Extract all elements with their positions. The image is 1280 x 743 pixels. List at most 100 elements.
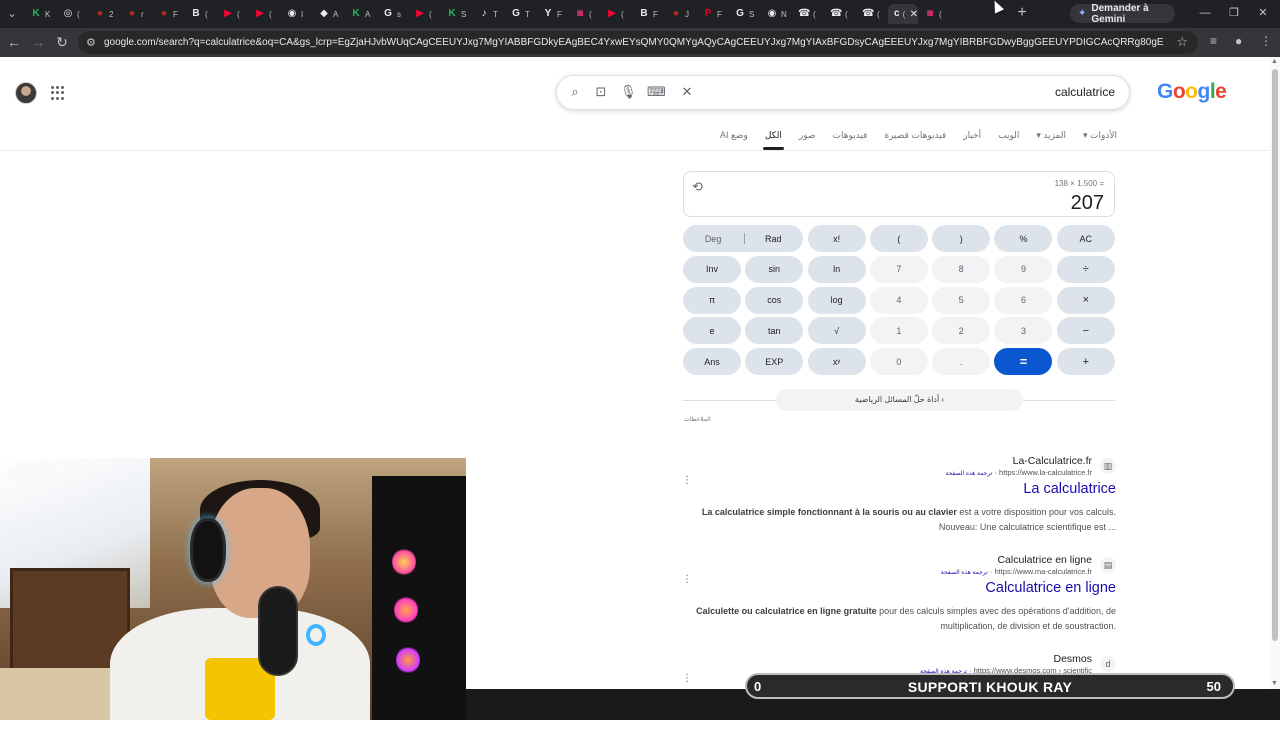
more-options-icon[interactable]: ⋮ (682, 673, 692, 684)
browser-tab[interactable]: B( (184, 4, 216, 24)
search-tab[interactable]: أخبار (963, 130, 981, 141)
calc-key[interactable]: 5 (932, 286, 991, 314)
history-icon[interactable]: ⟲ (692, 179, 703, 195)
result-title-link[interactable]: La calculatrice (1023, 481, 1116, 497)
calc-key[interactable]: cos (745, 286, 804, 314)
search-tab[interactable]: وضع AI (720, 130, 748, 141)
browser-tab[interactable]: ▶( (408, 4, 440, 24)
calc-key[interactable]: = (994, 348, 1053, 376)
close-window-icon[interactable]: ✕ (1256, 6, 1270, 20)
browser-tab[interactable]: ● F (152, 4, 184, 24)
feedback-link[interactable]: الملاحظات (684, 416, 711, 423)
search-tab[interactable]: الأدوات ▾ (1083, 130, 1117, 141)
calc-key[interactable]: ) (932, 225, 991, 252)
calc-key[interactable]: 7 (869, 255, 928, 283)
page-scrollbar[interactable]: ▲ ▼ (1270, 57, 1280, 689)
calc-key[interactable]: 6 (994, 286, 1053, 314)
calc-key[interactable]: log (807, 286, 866, 314)
minimize-icon[interactable]: — (1198, 6, 1212, 20)
calc-key[interactable]: ( (869, 225, 928, 252)
plus-icon[interactable]: + (1014, 5, 1030, 21)
calc-key[interactable]: 1 (869, 317, 928, 345)
browser-tab[interactable]: ☎( (824, 4, 856, 24)
scrollbar-thumb[interactable] (1272, 69, 1278, 641)
result-url[interactable]: ترجمة هذه الصفحة · https://www.la-calcul… (945, 468, 1092, 477)
browser-tab[interactable]: ● r (120, 4, 152, 24)
search-tab[interactable]: فيديوهات (833, 130, 868, 141)
calc-key[interactable]: AC (1056, 225, 1115, 252)
menu-icon[interactable]: ⋮ (1260, 34, 1272, 48)
deg-rad-toggle[interactable]: Deg Rad (683, 225, 804, 252)
browser-tab[interactable]: KK (24, 4, 56, 24)
calc-key[interactable]: Ans (683, 348, 741, 376)
browser-tab[interactable]: ◎( (56, 4, 88, 24)
deg-option[interactable]: Deg (705, 234, 722, 244)
keyboard-icon[interactable]: ⌨ (647, 84, 666, 100)
scroll-down-icon[interactable]: ▼ (1271, 680, 1278, 687)
apps-grid-icon[interactable] (51, 86, 65, 100)
more-options-icon[interactable]: ⋮ (682, 475, 692, 486)
calc-key[interactable]: 2 (932, 317, 991, 345)
translate-link[interactable]: ترجمة هذه الصفحة (941, 570, 988, 576)
result-url[interactable]: ترجمة هذه الصفحة · https://www.ma-calcul… (941, 567, 1092, 576)
maximize-icon[interactable]: ❐ (1227, 6, 1241, 20)
result-site-name[interactable]: La-Calculatrice.fr (1013, 455, 1092, 467)
search-tab[interactable]: صور (799, 130, 816, 141)
browser-tab[interactable]: GS (728, 4, 760, 24)
more-options-icon[interactable]: ⋮ (682, 574, 692, 585)
media-icon[interactable]: ≡ (1210, 34, 1217, 48)
search-icon[interactable]: ⌕ (567, 84, 583, 100)
calc-key[interactable]: π (683, 286, 741, 314)
ask-gemini-button[interactable]: ✦ Demander à Gemini (1070, 3, 1175, 25)
search-box[interactable]: ⌕ ⊡ 🎙 ⌨ ✕ calculatrice (556, 75, 1130, 110)
url-field[interactable]: ⚙ google.com/search?q=calculatrice&oq=CA… (78, 31, 1198, 54)
translate-link[interactable]: ترجمة هذه الصفحة (945, 471, 992, 477)
browser-tab[interactable]: KA (344, 4, 376, 24)
calc-key[interactable]: 9 (994, 255, 1053, 283)
browser-tab[interactable]: c(✕ (888, 4, 918, 24)
browser-tab[interactable]: PF (696, 4, 728, 24)
browser-tab[interactable]: ▶( (216, 4, 248, 24)
browser-tab[interactable]: ▶( (600, 4, 632, 24)
chevron-down-icon[interactable]: ⌄ (4, 6, 20, 22)
search-tab[interactable]: الكل (762, 130, 784, 150)
calc-key[interactable]: xʸ (807, 348, 866, 376)
browser-tab[interactable]: BF (632, 4, 664, 24)
calc-key[interactable]: 0 (869, 348, 928, 376)
browser-tab[interactable]: YF (536, 4, 568, 24)
search-tab[interactable]: الويب (998, 130, 1019, 141)
forward-icon[interactable]: → (30, 34, 46, 50)
browser-tab[interactable]: ◆ A (312, 4, 344, 24)
calc-key[interactable]: − (1056, 317, 1115, 345)
browser-tab[interactable]: GT (504, 4, 536, 24)
calc-key[interactable]: Inv (683, 255, 741, 283)
browser-tab[interactable]: ◉ I (280, 4, 312, 24)
browser-tab[interactable]: ☎( (792, 4, 824, 24)
calc-key[interactable]: × (1056, 286, 1115, 314)
calc-key[interactable]: tan (745, 317, 804, 345)
profile-icon[interactable]: ● (1235, 34, 1242, 48)
browser-tab[interactable]: ☎( (856, 4, 888, 24)
result-site-name[interactable]: Calculatrice en ligne (997, 554, 1092, 566)
browser-tab[interactable]: ▶( (248, 4, 280, 24)
calc-key[interactable]: 4 (869, 286, 928, 314)
result-site-name[interactable]: Desmos (1053, 653, 1092, 665)
rad-option[interactable]: Rad (765, 234, 782, 244)
math-solver-button[interactable]: أداة حلّ المسائل الرياضية ‹ (776, 389, 1023, 411)
calc-key[interactable]: + (1056, 348, 1115, 376)
bookmark-star-icon[interactable]: ☆ (1176, 34, 1188, 50)
site-info-icon[interactable]: ⚙ (86, 36, 100, 49)
browser-tab[interactable]: ● J (664, 4, 696, 24)
browser-tab[interactable]: ● 2 (88, 4, 120, 24)
google-logo[interactable]: Google (1157, 80, 1227, 104)
browser-tab[interactable]: ◉ N (760, 4, 792, 24)
browser-tab[interactable]: ◙( (568, 4, 600, 24)
calc-key[interactable]: e (683, 317, 741, 345)
browser-tab[interactable]: Gs (376, 4, 408, 24)
calc-key[interactable]: EXP (745, 348, 804, 376)
back-icon[interactable]: ← (6, 34, 22, 50)
calc-key[interactable]: % (994, 225, 1053, 252)
result-title-link[interactable]: Calculatrice en ligne (985, 580, 1116, 596)
browser-tab[interactable]: ♪ T (472, 4, 504, 24)
tab-close-icon[interactable]: ✕ (910, 9, 918, 20)
